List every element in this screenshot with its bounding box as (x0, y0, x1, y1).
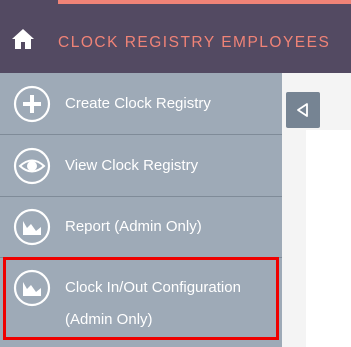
sidebar-item-label: Report (Admin Only) (65, 218, 202, 235)
home-icon (11, 28, 34, 49)
header-accent-bar (58, 0, 351, 4)
triangle-left-icon (297, 103, 308, 117)
sidebar-item-label-line2: (Admin Only) (65, 311, 153, 328)
content-panel (306, 130, 351, 347)
sidebar-item-create-clock-registry[interactable]: Create Clock Registry (0, 73, 282, 135)
sidebar-item-view-clock-registry[interactable]: View Clock Registry (0, 135, 282, 197)
sidebar-item-report[interactable]: Report (Admin Only) (0, 197, 282, 258)
plus-circle-icon (13, 85, 51, 123)
sidebar-item-label-line1: Clock In/Out Configuration (65, 279, 241, 296)
chart-icon (13, 269, 51, 307)
page-title: CLOCK REGISTRY EMPLOYEES (58, 34, 331, 51)
sidebar-item-label: View Clock Registry (65, 157, 199, 174)
collapse-sidebar-button[interactable] (286, 92, 320, 128)
eye-icon (13, 147, 51, 185)
home-button[interactable] (0, 4, 45, 73)
sidebar-item-clock-in-out-configuration[interactable]: Clock In/Out Configuration (Admin Only) (0, 258, 282, 347)
sidebar-menu: Create Clock Registry View Clock Registr… (0, 73, 282, 347)
chart-icon (13, 208, 51, 246)
sidebar-item-label: Create Clock Registry (65, 95, 211, 112)
top-header: CLOCK REGISTRY EMPLOYEES (0, 0, 351, 73)
